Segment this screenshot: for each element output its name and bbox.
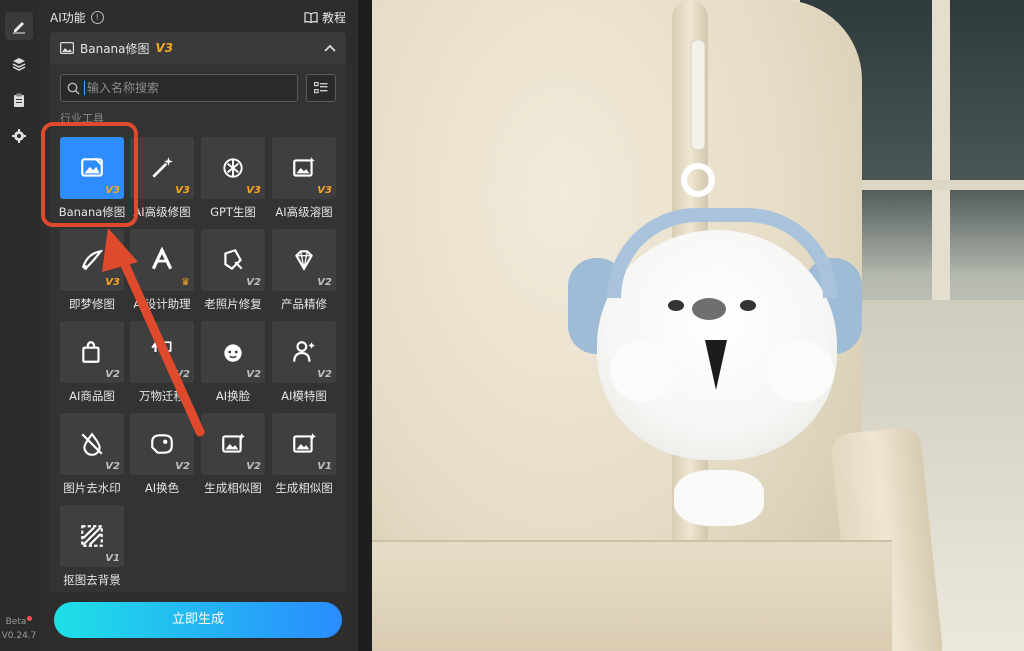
keychain-clip <box>681 40 715 197</box>
panel-divider <box>358 0 372 651</box>
plush-tie <box>705 340 727 390</box>
plush-tail <box>674 470 764 526</box>
plush-paw <box>768 340 834 402</box>
backpack-pocket <box>372 540 892 651</box>
plush-eye <box>740 300 756 311</box>
plush-paw <box>610 340 676 402</box>
plush-eye <box>668 300 684 311</box>
photo-canvas[interactable] <box>372 0 1024 651</box>
plush-nose <box>692 298 726 320</box>
